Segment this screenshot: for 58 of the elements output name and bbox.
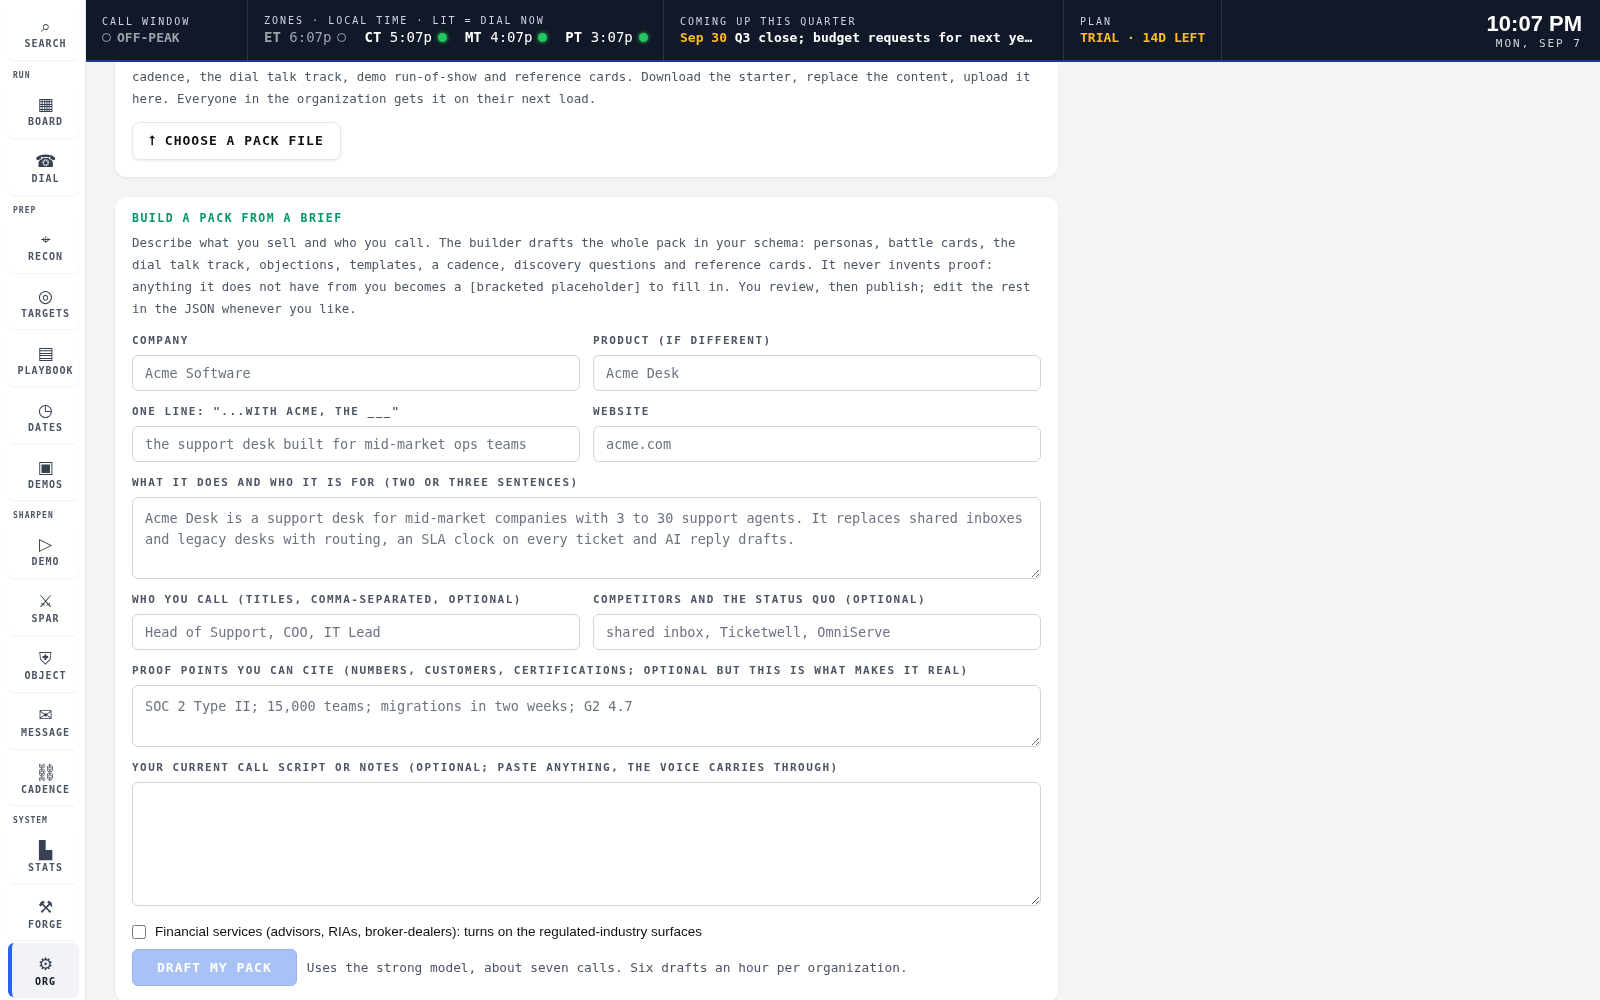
input-field[interactable]: Acme Desk: [593, 355, 1041, 391]
nav-icon: ▙: [38, 839, 53, 860]
nav-icon: ◷: [38, 399, 53, 420]
nav-icon: ⌖: [40, 229, 51, 250]
draft-note: Uses the strong model, about seven calls. Six drafts an hour per organization.: [306, 960, 908, 975]
nav-icon: ⛓: [34, 761, 57, 782]
nav-icon: ☎: [34, 151, 57, 172]
nav-icon: ⚒: [37, 896, 54, 917]
nav-icon: ⚙: [37, 953, 54, 974]
field-label: PROOF POINTS YOU CAN CITE (NUMBERS, CUSTOMERS, CERTIFICATIONS; OPTIONAL BUT THIS IS WHAT MAKES IT REAL): [132, 664, 970, 677]
coming-up-event: Sep 30 Q3 close; budget requests for next ye…: [680, 29, 1034, 45]
call-window-label: CALL WINDOW: [102, 15, 192, 27]
field-label: PRODUCT (IF DIFFERENT): [593, 334, 773, 347]
field-label: WHO YOU CALL (TITLES, COMMA-SEPARATED, OPTIONAL): [132, 593, 523, 606]
brief-description: Describe what you sell and who you call. The builder drafts the whole pack in your schema: personas, battle cards, the dial talk track, objections, templates, a cadence, discovery questions and reference cards. It never invents proof: anything it does not have from you becomes a [bracketed placeholder] to fill in. You review, then publish; edit the rest in the JSON whenever you like.: [132, 234, 1032, 318]
nav-item[interactable]: ⚙ ORG: [8, 943, 79, 997]
zone-time: ET 6:07p: [264, 29, 347, 45]
nav-icon: ◎: [38, 285, 53, 306]
text-area[interactable]: SOC 2 Type II; 15,000 teams; migrations in two weeks; G2 4.7: [132, 685, 1041, 747]
search-icon: ⌕: [40, 16, 51, 37]
input-field[interactable]: the support desk built for mid-market ops teams: [132, 426, 580, 462]
plan-status: TRIAL · 14D LEFT: [1080, 29, 1205, 45]
nav-icon: ▦: [37, 94, 54, 115]
coming-up-label: COMING UP THIS QUARTER: [680, 15, 858, 27]
nav-icon: ▣: [37, 456, 54, 477]
zone-time: CT 5:07p: [364, 29, 447, 45]
input-field[interactable]: Head of Support, COO, IT Lead: [132, 614, 580, 650]
call-window-status: OFF-PEAK: [102, 29, 231, 45]
section-title: SHARPEN: [13, 511, 55, 520]
input-field[interactable]: Acme Software: [132, 355, 580, 391]
field-label: YOUR CURRENT CALL SCRIPT OR NOTES (OPTIONAL; PASTE ANYTHING, THE VOICE CARRIES THROUGH): [132, 761, 840, 774]
text-area[interactable]: Acme Desk is a support desk for mid-market companies with 3 to 30 support agents. It replaces shared inboxes and legacy desks with routing, an SLA clock on every ticket and AI reply drafts.: [132, 497, 1041, 579]
upload-description: cadence, the dial talk track, demo run-of-show and reference cards. Download the starter, replace the content, upload it here. Everyone in the organization gets it on their next load.: [132, 68, 1032, 108]
field-label: COMPETITORS AND THE STATUS QUO (OPTIONAL): [593, 593, 928, 606]
field-label: COMPANY: [132, 334, 190, 347]
card-title: BUILD A PACK FROM A BRIEF: [132, 211, 344, 225]
field-label: ONE LINE: "...WITH ACME, THE ___": [132, 405, 402, 418]
field-label: WHAT IT DOES AND WHO IT IS FOR (TWO OR THREE SENTENCES): [132, 476, 580, 489]
choose-file-button[interactable]: ⭡ CHOOSE A PACK FILE: [132, 122, 341, 160]
nav-icon: ⚔: [37, 591, 54, 612]
section-title: PREP: [13, 205, 38, 215]
input-field[interactable]: shared inbox, Ticketwell, OmniServe: [593, 614, 1041, 650]
zone-time: PT 3:07p: [565, 29, 648, 45]
zones-label: ZONES · LOCAL TIME · LIT = DIAL NOW: [264, 15, 546, 26]
clock-date: MON, SEP 7: [1495, 36, 1582, 50]
clock-time: 10:07 PM: [1486, 10, 1582, 37]
nav-icon: ▷: [38, 534, 53, 555]
plan-label: PLAN: [1080, 15, 1114, 27]
input-field[interactable]: acme.com: [593, 426, 1041, 462]
nav-icon: ▤: [37, 342, 54, 363]
checkbox[interactable]: [132, 924, 146, 939]
nav-icon: ✉: [38, 705, 53, 726]
field-label: WEBSITE: [593, 405, 651, 418]
checkbox-label: Financial services (advisors, RIAs, broker-dealers): turns on the regulated-industry surfaces: [155, 924, 702, 939]
section-title: SYSTEM: [13, 816, 49, 826]
nav-icon: ⛨: [39, 648, 52, 669]
zone-time: MT 4:07p: [464, 29, 548, 45]
section-title: RUN: [13, 70, 32, 80]
